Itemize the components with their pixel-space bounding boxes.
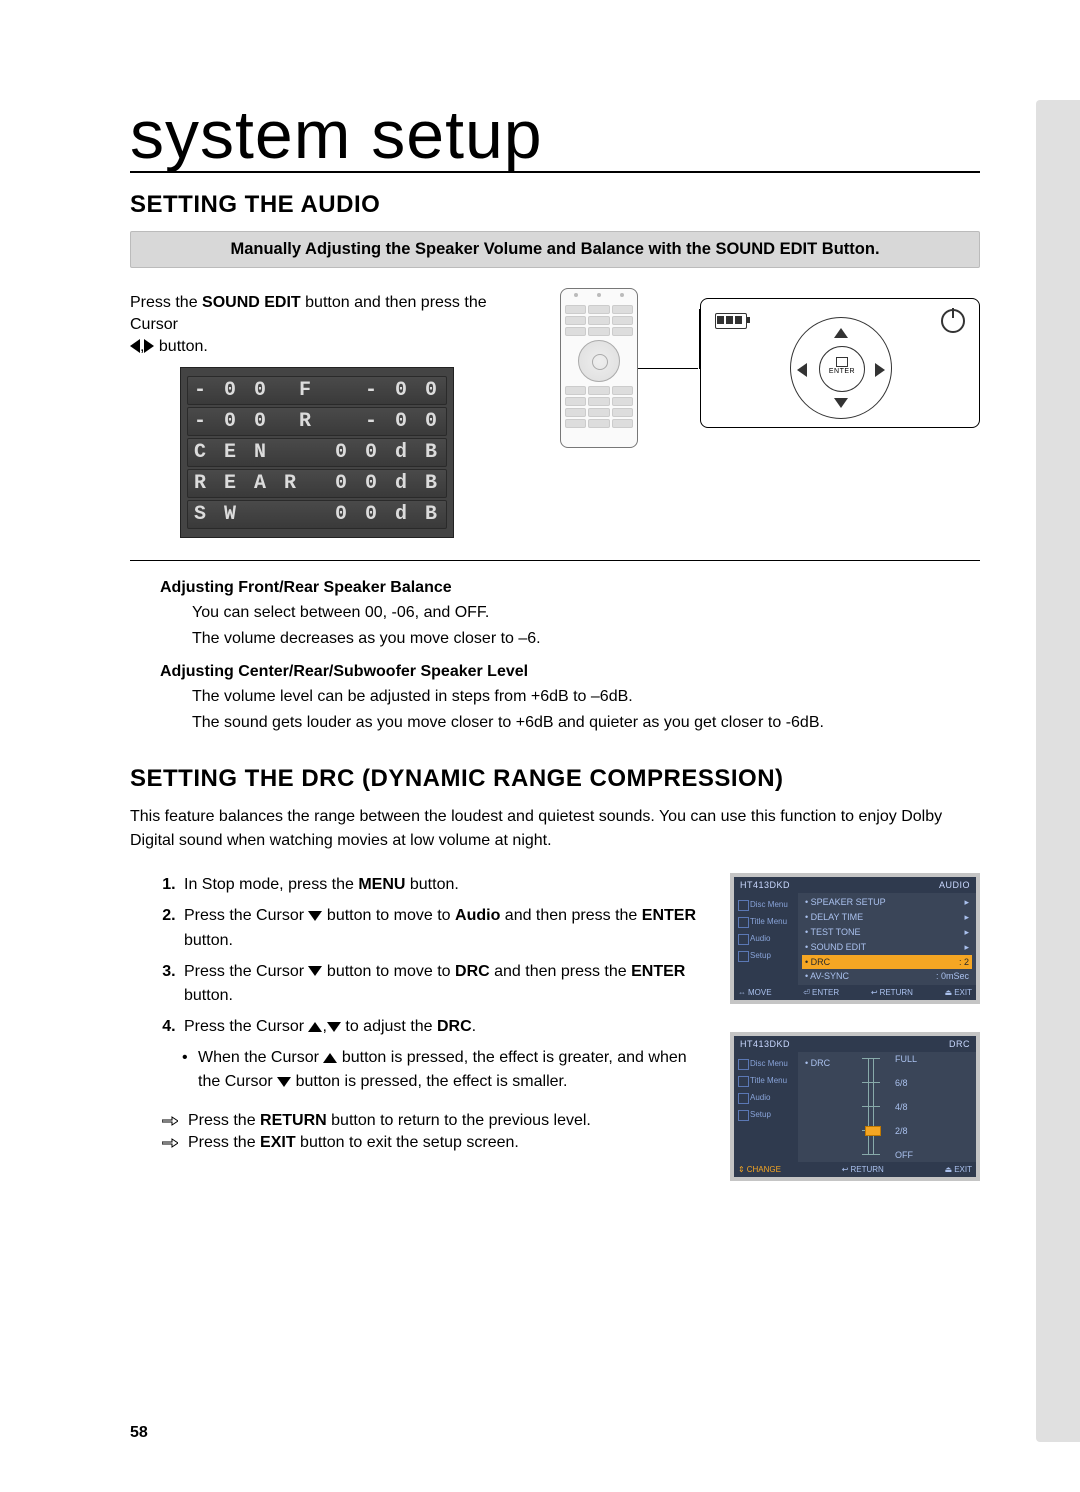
page-title: system setup	[130, 100, 980, 173]
divider	[130, 560, 980, 561]
subheading-balance: Adjusting Front/Rear Speaker Balance	[160, 579, 980, 597]
osd-sidebar: Disc Menu Title Menu Audio Setup	[734, 893, 798, 985]
osd-tab: DRC	[949, 1039, 970, 1049]
lcd-row: R E A R0 0 d B	[187, 469, 447, 498]
osd-main: SPEAKER SETUP▸ DELAY TIME▸ TEST TONE▸ SO…	[798, 893, 976, 985]
cursor-left-icon	[130, 339, 140, 353]
dpad-wheel: ENTER	[790, 317, 892, 419]
intro-row: Press the SOUND EDIT button and then pre…	[130, 288, 980, 538]
osd-tab: AUDIO	[939, 880, 970, 890]
dpad-closeup: ENTER	[700, 298, 980, 428]
osd-sidebar: Disc Menu Title Menu Audio Setup	[734, 1052, 798, 1162]
cursor-right-icon	[144, 339, 154, 353]
osd-side-item: Title Menu	[736, 1072, 796, 1089]
intro-text: Press the SOUND EDIT button and then pre…	[130, 292, 528, 357]
cursor-down-icon	[308, 911, 322, 921]
osd-screenshot-drc: HT413DKD DRC Disc Menu Title Menu Audio S…	[730, 1032, 980, 1181]
pointer-icon	[162, 1138, 178, 1148]
section-heading-audio: SETTING THE AUDIO	[130, 191, 980, 219]
cursor-down-icon	[277, 1077, 291, 1087]
cursor-down-icon	[327, 1022, 341, 1032]
osd-side-item: Audio	[736, 930, 796, 947]
dpad-left-icon	[797, 361, 807, 379]
lcd-row: - 0 0 R- 0 0	[187, 407, 447, 436]
note: Press the RETURN button to return to the…	[162, 1112, 704, 1130]
osd-breadcrumb: HT413DKD	[740, 1039, 790, 1049]
lcd-row: S W0 0 d B	[187, 500, 447, 529]
osd-side-item: Setup	[736, 947, 796, 964]
osd-footer: ⇕ CHANGE ↩ RETURN ⏏ EXIT	[734, 1162, 976, 1177]
osd-side-item: Disc Menu	[736, 1055, 796, 1072]
manual-page: system setup SETTING THE AUDIO Manually …	[0, 0, 1080, 1492]
osd-footer: ⇔ MOVE ⏎ ENTER ↩ RETURN ⏏ EXIT	[734, 985, 976, 1000]
dpad-up-icon	[834, 324, 848, 342]
osd-column: HT413DKD AUDIO Disc Menu Title Menu Audio…	[730, 873, 980, 1209]
dpad-down-icon	[834, 394, 848, 412]
callout-line	[638, 368, 698, 371]
banner-text: Manually Adjusting the Speaker Volume an…	[230, 240, 879, 258]
intro-pre: Press the	[130, 294, 202, 311]
body-text: The sound gets louder as you move closer…	[192, 711, 980, 735]
lcd-display: - 0 0 F- 0 0 - 0 0 R- 0 0 C E N0 0 d B R…	[180, 367, 454, 538]
step: Press the Cursor , to adjust the DRC.	[180, 1015, 704, 1040]
drc-scale: FULL 6/8 4/8 2/8 OFF	[868, 1058, 874, 1154]
step: Press the Cursor button to move to DRC a…	[180, 960, 704, 1010]
dpad-right-icon	[875, 361, 885, 379]
power-icon	[941, 309, 965, 333]
step: Press the Cursor button to move to Audio…	[180, 904, 704, 954]
drc-marker	[865, 1126, 881, 1136]
battery-icon	[715, 313, 747, 329]
note: Press the EXIT button to exit the setup …	[162, 1134, 704, 1152]
subheading-level: Adjusting Center/Rear/Subwoofer Speaker …	[160, 663, 980, 681]
steps-list: In Stop mode, press the MENU button. Pre…	[130, 873, 704, 1040]
enter-square-icon	[836, 357, 848, 367]
lcd-row: - 0 0 F- 0 0	[187, 376, 447, 405]
notes: Press the RETURN button to return to the…	[162, 1112, 704, 1152]
sub-bullet: When the Cursor button is pressed, the e…	[198, 1046, 704, 1094]
remote-diagram: ENTER	[560, 288, 980, 458]
page-side-tab	[1036, 100, 1080, 1442]
body-text: The volume decreases as you move closer …	[192, 627, 980, 651]
highlight-banner: Manually Adjusting the Speaker Volume an…	[130, 231, 980, 268]
step: In Stop mode, press the MENU button.	[180, 873, 704, 898]
osd-screenshot-audio: HT413DKD AUDIO Disc Menu Title Menu Audio…	[730, 873, 980, 1004]
osd-side-item: Title Menu	[736, 913, 796, 930]
osd-side-item: Disc Menu	[736, 896, 796, 913]
remote-outline	[560, 288, 638, 448]
cursor-down-icon	[308, 966, 322, 976]
intro-bold: SOUND EDIT	[202, 294, 301, 311]
dpad-enter: ENTER	[819, 346, 865, 392]
body-text: You can select between 00, -06, and OFF.	[192, 601, 980, 625]
steps-row: In Stop mode, press the MENU button. Pre…	[130, 873, 980, 1209]
remote-wheel-icon	[578, 340, 620, 382]
cursor-up-icon	[308, 1022, 322, 1032]
intro-tail: button.	[154, 338, 207, 355]
section-heading-drc: SETTING THE DRC (DYNAMIC RANGE COMPRESSI…	[130, 765, 980, 793]
drc-intro: This feature balances the range between …	[130, 805, 980, 853]
osd-main: DRC FULL 6/8 4/8 2/8 OFF	[798, 1052, 976, 1162]
osd-side-item: Setup	[736, 1106, 796, 1123]
pointer-icon	[162, 1116, 178, 1126]
cursor-up-icon	[323, 1053, 337, 1063]
lcd-row: C E N0 0 d B	[187, 438, 447, 467]
osd-breadcrumb: HT413DKD	[740, 880, 790, 890]
page-number: 58	[130, 1424, 148, 1442]
enter-label: ENTER	[820, 368, 864, 375]
osd-side-item: Audio	[736, 1089, 796, 1106]
body-text: The volume level can be adjusted in step…	[192, 685, 980, 709]
